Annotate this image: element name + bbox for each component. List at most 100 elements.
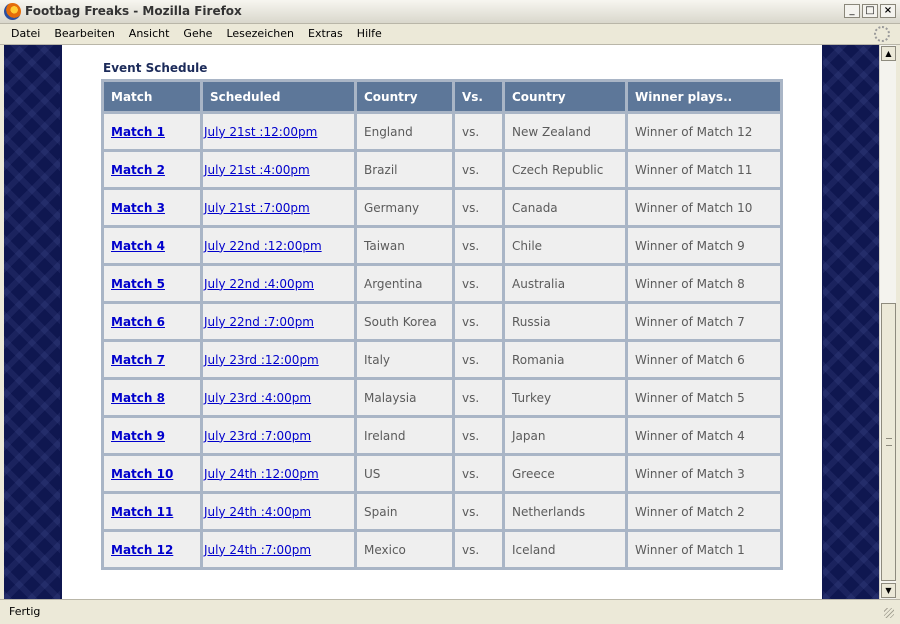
country-cell: Iceland: [505, 532, 625, 567]
country-cell: Argentina: [357, 266, 452, 301]
country-cell: Czech Republic: [505, 152, 625, 187]
title-bar: Footbag Freaks - Mozilla Firefox _ □ ×: [0, 0, 900, 24]
match-link[interactable]: Match 2: [111, 163, 165, 177]
match-cell: Match 12: [104, 532, 200, 567]
table-row: Match 8 July 23rd :4:00pm Malaysia vs. Turke…: [104, 380, 780, 415]
match-cell: Match 3: [104, 190, 200, 225]
country-cell: Malaysia: [357, 380, 452, 415]
vs-cell: vs.: [455, 342, 502, 377]
column-header-vs: Vs.: [455, 82, 502, 111]
vs-cell: vs.: [455, 114, 502, 149]
column-header-match: Match: [104, 82, 200, 111]
match-cell: Match 7: [104, 342, 200, 377]
scheduled-cell: July 23rd :4:00pm: [203, 380, 354, 415]
background-pattern-left: [4, 45, 60, 599]
match-link[interactable]: Match 1: [111, 125, 165, 139]
match-link[interactable]: Match 7: [111, 353, 165, 367]
country-cell: Netherlands: [505, 494, 625, 529]
scheduled-link[interactable]: July 22nd :4:00pm: [204, 277, 314, 291]
country-cell: Romania: [505, 342, 625, 377]
menu-item[interactable]: Hilfe: [350, 27, 389, 40]
scheduled-cell: July 24th :7:00pm: [203, 532, 354, 567]
scheduled-cell: July 22nd :12:00pm: [203, 228, 354, 263]
vertical-scrollbar[interactable]: ▲ ▼: [879, 45, 896, 599]
match-link[interactable]: Match 8: [111, 391, 165, 405]
scroll-grip: [886, 438, 892, 446]
vs-cell: vs.: [455, 532, 502, 567]
minimize-icon[interactable]: _: [844, 4, 860, 18]
resize-grip-icon[interactable]: [884, 608, 894, 618]
match-link[interactable]: Match 9: [111, 429, 165, 443]
vs-cell: vs.: [455, 228, 502, 263]
winner-cell: Winner of Match 3: [628, 456, 780, 491]
scheduled-link[interactable]: July 22nd :12:00pm: [204, 239, 322, 253]
scroll-down-icon[interactable]: ▼: [881, 583, 896, 598]
scheduled-link[interactable]: July 23rd :7:00pm: [204, 429, 311, 443]
status-bar: Fertig: [0, 599, 900, 624]
vs-cell: vs.: [455, 380, 502, 415]
country-cell: US: [357, 456, 452, 491]
menu-item[interactable]: Bearbeiten: [47, 27, 121, 40]
column-header-country: Country: [357, 82, 452, 111]
menu-item[interactable]: Extras: [301, 27, 350, 40]
scheduled-link[interactable]: July 24th :7:00pm: [204, 543, 311, 557]
winner-cell: Winner of Match 12: [628, 114, 780, 149]
scroll-up-icon[interactable]: ▲: [881, 46, 896, 61]
match-cell: Match 4: [104, 228, 200, 263]
scheduled-link[interactable]: July 21st :12:00pm: [204, 125, 317, 139]
scheduled-cell: July 22nd :7:00pm: [203, 304, 354, 339]
match-link[interactable]: Match 5: [111, 277, 165, 291]
country-cell: South Korea: [357, 304, 452, 339]
winner-cell: Winner of Match 9: [628, 228, 780, 263]
country-cell: Italy: [357, 342, 452, 377]
country-cell: New Zealand: [505, 114, 625, 149]
table-row: Match 10 July 24th :12:00pm US vs. Greece Win…: [104, 456, 780, 491]
maximize-icon[interactable]: □: [862, 4, 878, 18]
winner-cell: Winner of Match 10: [628, 190, 780, 225]
scroll-thumb[interactable]: [881, 303, 896, 581]
country-cell: England: [357, 114, 452, 149]
table-row: Match 6 July 22nd :7:00pm South Korea vs. Ru…: [104, 304, 780, 339]
scheduled-link[interactable]: July 21st :4:00pm: [204, 163, 310, 177]
country-cell: Greece: [505, 456, 625, 491]
scheduled-link[interactable]: July 24th :4:00pm: [204, 505, 311, 519]
match-link[interactable]: Match 10: [111, 467, 173, 481]
window-controls: _ □ ×: [844, 4, 896, 18]
match-link[interactable]: Match 11: [111, 505, 173, 519]
winner-cell: Winner of Match 1: [628, 532, 780, 567]
scheduled-link[interactable]: July 21st :7:00pm: [204, 201, 310, 215]
country-cell: Chile: [505, 228, 625, 263]
content-viewport: Event Schedule Match Scheduled Country V…: [4, 45, 879, 599]
match-link[interactable]: Match 6: [111, 315, 165, 329]
table-row: Match 1 July 21st :12:00pm England vs. New Z…: [104, 114, 780, 149]
country-cell: Taiwan: [357, 228, 452, 263]
scheduled-link[interactable]: July 24th :12:00pm: [204, 467, 319, 481]
match-link[interactable]: Match 4: [111, 239, 165, 253]
menu-bar: Datei Bearbeiten Ansicht Gehe Lesezeichen Ext…: [0, 24, 900, 45]
scheduled-link[interactable]: July 23rd :12:00pm: [204, 353, 319, 367]
match-cell: Match 1: [104, 114, 200, 149]
scheduled-cell: July 21st :7:00pm: [203, 190, 354, 225]
firefox-icon: [4, 3, 21, 20]
menu-item[interactable]: Lesezeichen: [219, 27, 301, 40]
country-cell: Japan: [505, 418, 625, 453]
menu-item[interactable]: Ansicht: [122, 27, 177, 40]
winner-cell: Winner of Match 8: [628, 266, 780, 301]
match-link[interactable]: Match 12: [111, 543, 173, 557]
close-icon[interactable]: ×: [880, 4, 896, 18]
match-link[interactable]: Match 3: [111, 201, 165, 215]
menu-item[interactable]: Datei: [4, 27, 47, 40]
table-row: Match 4 July 22nd :12:00pm Taiwan vs. Chile W…: [104, 228, 780, 263]
throbber-icon: [874, 26, 890, 42]
scheduled-cell: July 24th :12:00pm: [203, 456, 354, 491]
scheduled-link[interactable]: July 22nd :7:00pm: [204, 315, 314, 329]
winner-cell: Winner of Match 5: [628, 380, 780, 415]
menu-item[interactable]: Gehe: [176, 27, 219, 40]
vs-cell: vs.: [455, 494, 502, 529]
background-pattern-right: [823, 45, 879, 599]
country-cell: Ireland: [357, 418, 452, 453]
schedule-table: Match Scheduled Country Vs. Country Winn…: [101, 79, 783, 570]
scheduled-link[interactable]: July 23rd :4:00pm: [204, 391, 311, 405]
table-row: Match 2 July 21st :4:00pm Brazil vs. Czech R…: [104, 152, 780, 187]
menu: Datei Bearbeiten Ansicht Gehe Lesezeichen Ext…: [4, 27, 389, 40]
